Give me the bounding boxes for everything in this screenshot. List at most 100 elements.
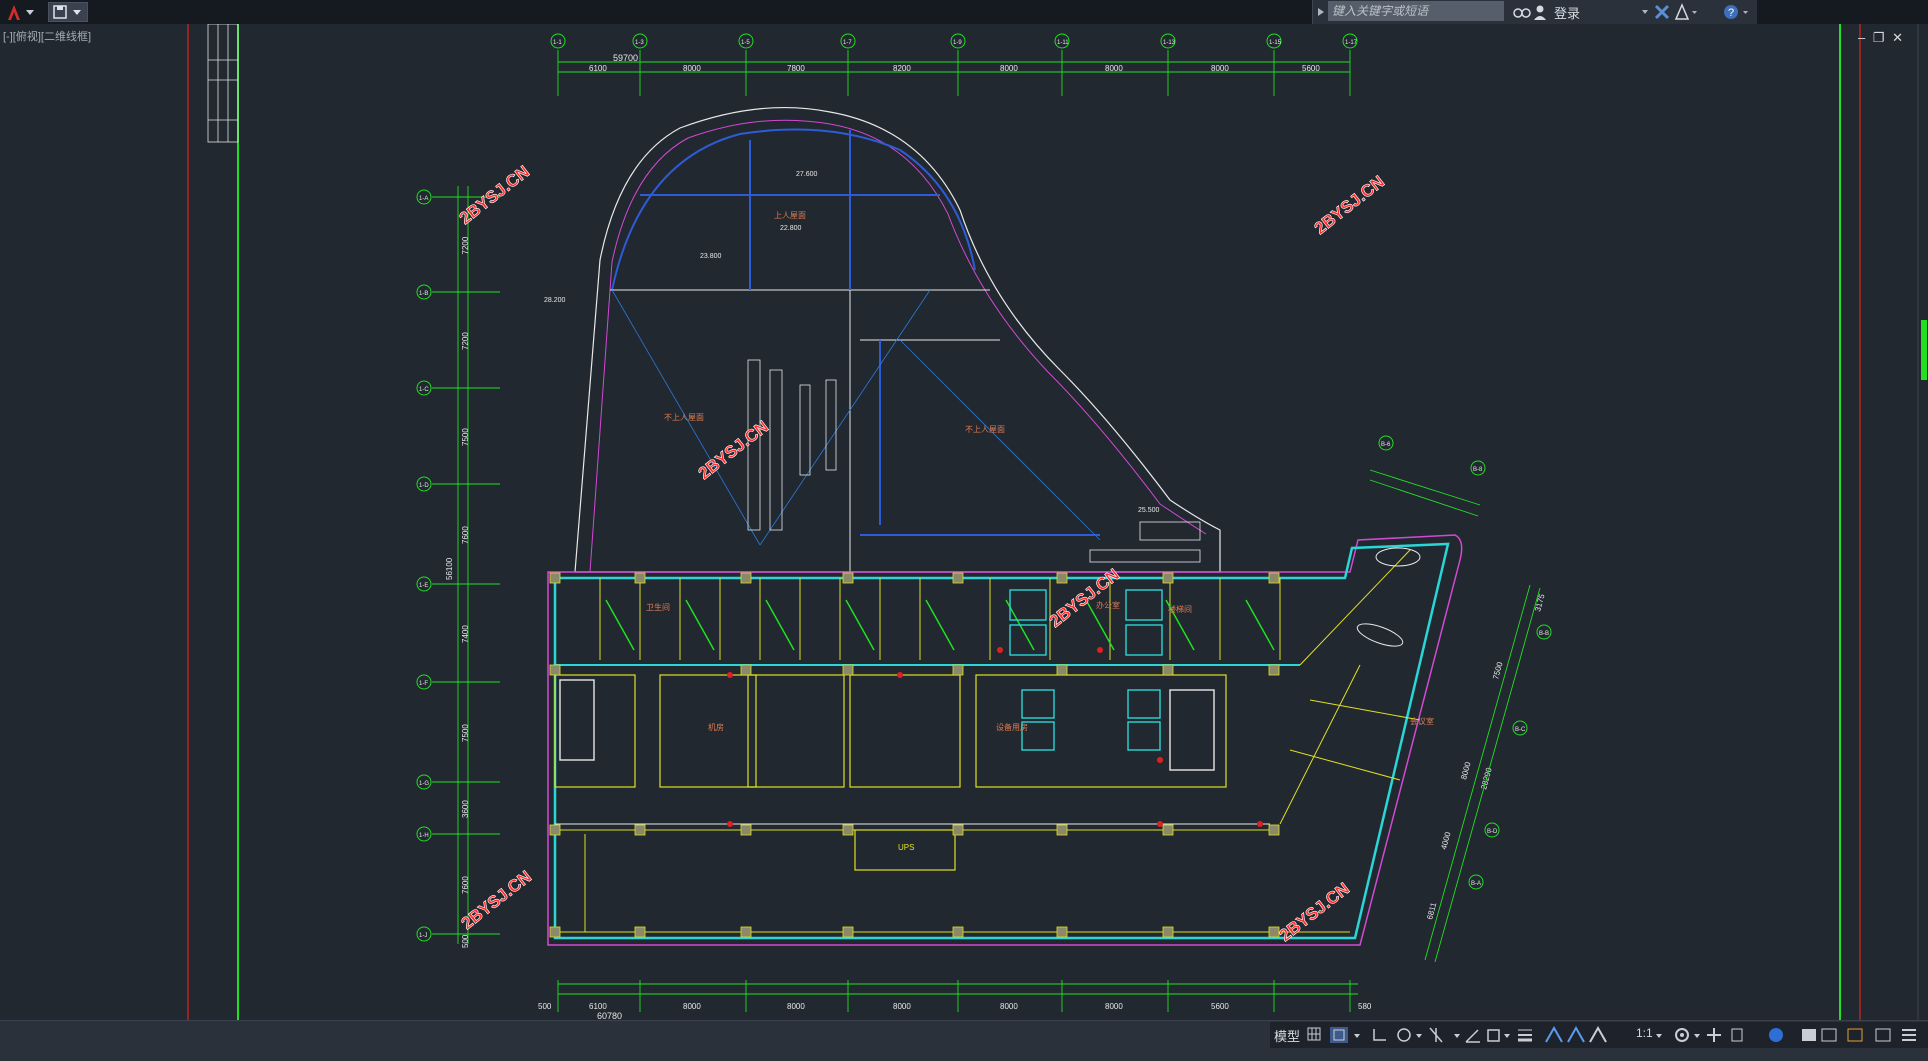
watermark-text: 2BYSJ.CN bbox=[1276, 879, 1353, 945]
exchange-icon[interactable] bbox=[1654, 4, 1670, 20]
workspace-gear-icon[interactable] bbox=[1675, 1028, 1689, 1042]
room-label: 会议室 bbox=[1410, 716, 1434, 726]
floor-plan bbox=[547, 534, 1463, 946]
quick-access-toolbar[interactable] bbox=[48, 2, 88, 22]
right-dim-value: 7500 bbox=[1491, 660, 1504, 680]
minimize-icon[interactable]: – bbox=[1858, 30, 1865, 45]
room-label: 不上人屋面 bbox=[664, 413, 704, 422]
right-dim-value: 3175 bbox=[1533, 592, 1546, 612]
status-toggles bbox=[1307, 1025, 1607, 1043]
left-dim-value: 3600 bbox=[461, 800, 470, 818]
viewport-controls-label[interactable]: [-][俯视][二维线框] bbox=[3, 28, 91, 44]
a360-dropdown-icon[interactable] bbox=[1692, 11, 1697, 14]
login-label[interactable]: 登录 bbox=[1554, 3, 1580, 22]
grid-bubble-label: B-D bbox=[1487, 829, 1498, 835]
object-snap-tracking-icon[interactable] bbox=[1465, 1029, 1480, 1043]
room-label: 机房 bbox=[708, 722, 724, 732]
binoculars-icon[interactable] bbox=[1512, 3, 1552, 21]
bottom-dim-value: 8000 bbox=[1000, 1002, 1018, 1011]
grid-bubble-label: 1-15 bbox=[1269, 40, 1282, 46]
grid-bubble-label: 1-17 bbox=[1345, 40, 1358, 46]
snap-mode-icon[interactable] bbox=[1330, 1027, 1348, 1043]
hardware-acceleration-icon[interactable] bbox=[1802, 1029, 1816, 1041]
model-tab[interactable]: 模型 bbox=[1274, 1026, 1300, 1045]
scale-dropdown-icon[interactable] bbox=[1656, 1034, 1662, 1038]
annotation-scale-value[interactable]: 1:1 bbox=[1636, 1026, 1653, 1040]
grid-bubble-label: 1-9 bbox=[953, 40, 962, 46]
object-snap-icon[interactable] bbox=[1487, 1029, 1500, 1042]
auto-scale-icon[interactable] bbox=[1567, 1025, 1585, 1043]
annotation-visibility-icon[interactable] bbox=[1545, 1025, 1563, 1043]
bottom-total-dim: 60780 bbox=[597, 1011, 622, 1020]
left-dim-value: 7500 bbox=[461, 724, 470, 742]
left-total-dim: 56100 bbox=[445, 557, 454, 580]
grid-bubble-label: 1-F bbox=[419, 681, 428, 687]
top-dim-value: 7800 bbox=[787, 64, 805, 73]
level-label: 23.800 bbox=[700, 253, 722, 260]
bottom-dim-value: 8000 bbox=[787, 1002, 805, 1011]
room-label: 卫生间 bbox=[646, 602, 670, 612]
isodraft-icon[interactable] bbox=[1429, 1027, 1443, 1043]
fullscreen-icon[interactable] bbox=[1875, 1028, 1891, 1042]
isolate-objects-icon[interactable] bbox=[1769, 1028, 1783, 1042]
level-label: 27.600 bbox=[796, 171, 818, 178]
room-label: 上人屋面 bbox=[774, 211, 806, 220]
status-right-tools bbox=[1656, 1028, 1916, 1042]
save-icon bbox=[53, 5, 81, 19]
object-snap-dropdown-icon[interactable] bbox=[1504, 1034, 1510, 1038]
units-icon[interactable] bbox=[1731, 1028, 1743, 1042]
room-partitions bbox=[599, 578, 1281, 660]
lineweight-icon[interactable] bbox=[1518, 1029, 1532, 1042]
grid-bubble-label: 1-1 bbox=[553, 40, 562, 46]
grid-bubble-label: B-C bbox=[1515, 727, 1526, 733]
room-label: 楼梯间 bbox=[1168, 604, 1192, 614]
left-dim-value: 7500 bbox=[461, 428, 470, 446]
close-icon[interactable]: ✕ bbox=[1892, 30, 1903, 45]
login-dropdown-icon[interactable] bbox=[1642, 10, 1648, 14]
expand-arrow-icon[interactable] bbox=[1315, 1, 1327, 23]
polar-dropdown-icon[interactable] bbox=[1416, 1034, 1422, 1038]
annotation-scale-icon[interactable] bbox=[1589, 1025, 1607, 1043]
bottom-dim-value: 8000 bbox=[1105, 1002, 1123, 1011]
clean-screen-icon[interactable] bbox=[1821, 1028, 1837, 1042]
grid-bubble-label: 1-11 bbox=[1057, 40, 1069, 46]
room-label: 办公室 bbox=[1096, 600, 1120, 610]
isodraft-dropdown-icon[interactable] bbox=[1454, 1034, 1460, 1038]
left-dimension-text: 7200 7200 7500 7600 7400 7500 3600 7600 500 56100 bbox=[445, 236, 470, 948]
level-label: 28.200 bbox=[544, 297, 566, 304]
a360-icon[interactable] bbox=[1674, 3, 1690, 20]
grid-display-icon[interactable] bbox=[1307, 1027, 1321, 1041]
properties-icon[interactable] bbox=[1847, 1028, 1863, 1042]
infocenter-tools: ? bbox=[1642, 3, 1748, 20]
customize-menu-icon[interactable] bbox=[1902, 1029, 1916, 1041]
left-dim-value: 7200 bbox=[461, 332, 470, 350]
grid-bubble-label: 1-3 bbox=[635, 40, 644, 46]
drawing-canvas[interactable]: 1-1 1-3 1-5 1-7 1-9 1-11 1-13 1-15 1-17 6100 8000… bbox=[0, 23, 1928, 1021]
bottom-dim-value: 580 bbox=[1358, 1002, 1372, 1011]
grid-bubble-label: B-6 bbox=[1381, 442, 1391, 448]
left-dim-value: 7600 bbox=[461, 526, 470, 544]
top-dim-value: 8200 bbox=[893, 64, 911, 73]
application-menu-button[interactable] bbox=[2, 2, 46, 22]
bottom-dimension-text: 500 6100 8000 8000 8000 8000 8000 5600 580 bbox=[538, 1002, 1372, 1011]
ortho-mode-icon[interactable] bbox=[1373, 1029, 1386, 1041]
right-dim-value: 8000 bbox=[1459, 760, 1472, 780]
top-dim-value: 8000 bbox=[1105, 64, 1123, 73]
autocad-logo-icon bbox=[8, 5, 34, 20]
right-grid-bubbles: B-6 B-8 B-B B-C B-D B-A bbox=[1378, 435, 1552, 890]
left-dim-value: 7400 bbox=[461, 625, 470, 643]
help-dropdown-icon[interactable] bbox=[1743, 11, 1748, 14]
help-icon[interactable]: ? bbox=[1724, 5, 1738, 19]
right-dimension-text: 3175750080002829040006811 bbox=[1425, 592, 1546, 920]
polar-tracking-icon[interactable] bbox=[1397, 1028, 1411, 1042]
workspace-dropdown-icon[interactable] bbox=[1694, 1034, 1700, 1038]
top-total-dim: 59700 bbox=[613, 53, 638, 63]
elevators bbox=[559, 589, 1215, 771]
scrollbar-handle[interactable] bbox=[1920, 320, 1928, 380]
room-label: 设备用房 bbox=[996, 722, 1028, 732]
search-input[interactable]: 键入关键字或短语 bbox=[1328, 1, 1504, 21]
snap-dropdown-icon[interactable] bbox=[1354, 1034, 1360, 1038]
conference-table bbox=[1356, 547, 1421, 647]
annotation-monitor-icon[interactable] bbox=[1707, 1028, 1721, 1042]
restore-icon[interactable]: ❐ bbox=[1873, 30, 1885, 45]
